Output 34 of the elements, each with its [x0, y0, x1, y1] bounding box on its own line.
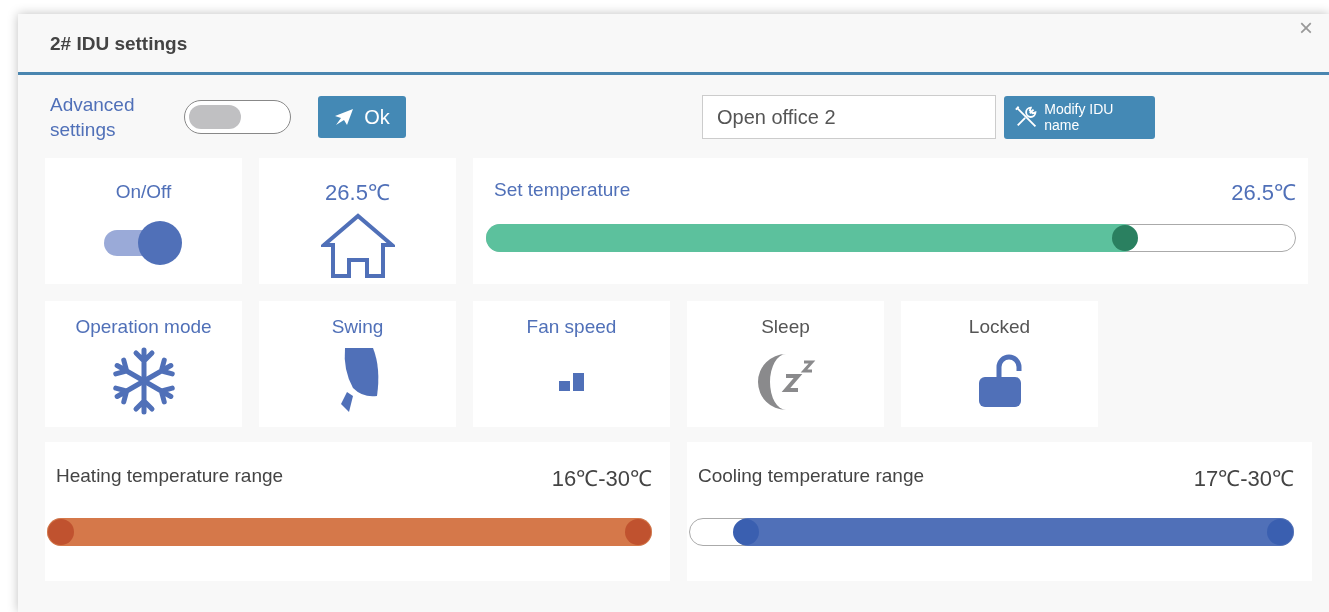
tools-icon: [1014, 104, 1039, 130]
advanced-settings-label: Advanced settings: [50, 93, 136, 142]
tile-label: Operation mode: [75, 315, 212, 339]
power-label: On/Off: [115, 180, 172, 204]
range-thumb[interactable]: [733, 519, 760, 545]
room-temperature: 26.5℃: [325, 179, 390, 207]
tile-label: Locked: [968, 315, 1031, 339]
range-thumb[interactable]: [1267, 519, 1293, 545]
house-icon: [320, 213, 395, 279]
range-reading: 17℃-30℃: [1193, 465, 1294, 493]
range-reading: 16℃-30℃: [551, 465, 652, 493]
tile-label: Fan speed: [526, 315, 617, 339]
modify-name-button[interactable]: Modify IDU name: [1004, 95, 1155, 139]
sleep-tile[interactable]: Sleep: [687, 301, 884, 427]
swing-tile[interactable]: Swing: [259, 301, 456, 427]
tile-label: Sleep: [761, 315, 810, 339]
range-thumb[interactable]: [48, 519, 74, 545]
unlocked-padlock-icon: [976, 353, 1023, 410]
dialog-title: 2# IDU settings: [50, 32, 189, 56]
idu-name-field[interactable]: Open office 2: [702, 95, 996, 139]
set-temperature-label: Set temperature: [494, 178, 631, 202]
set-temperature-reading: 26.5℃: [1231, 179, 1296, 207]
lock-tile[interactable]: Locked: [901, 301, 1098, 427]
range-label: Cooling temperature range: [698, 464, 925, 488]
range-label: Heating temperature range: [56, 464, 284, 488]
mode-tile[interactable]: Operation mode: [45, 301, 242, 427]
tile-label: Swing: [331, 315, 384, 339]
send-icon: [334, 108, 355, 126]
range-thumb[interactable]: [625, 519, 651, 545]
ok-button[interactable]: Ok: [318, 96, 406, 138]
slider-thumb[interactable]: [1112, 225, 1139, 251]
close-button[interactable]: ×: [1295, 16, 1317, 40]
fan-tile[interactable]: Fan speed: [473, 301, 670, 427]
advanced-settings-toggle[interactable]: [184, 100, 291, 134]
